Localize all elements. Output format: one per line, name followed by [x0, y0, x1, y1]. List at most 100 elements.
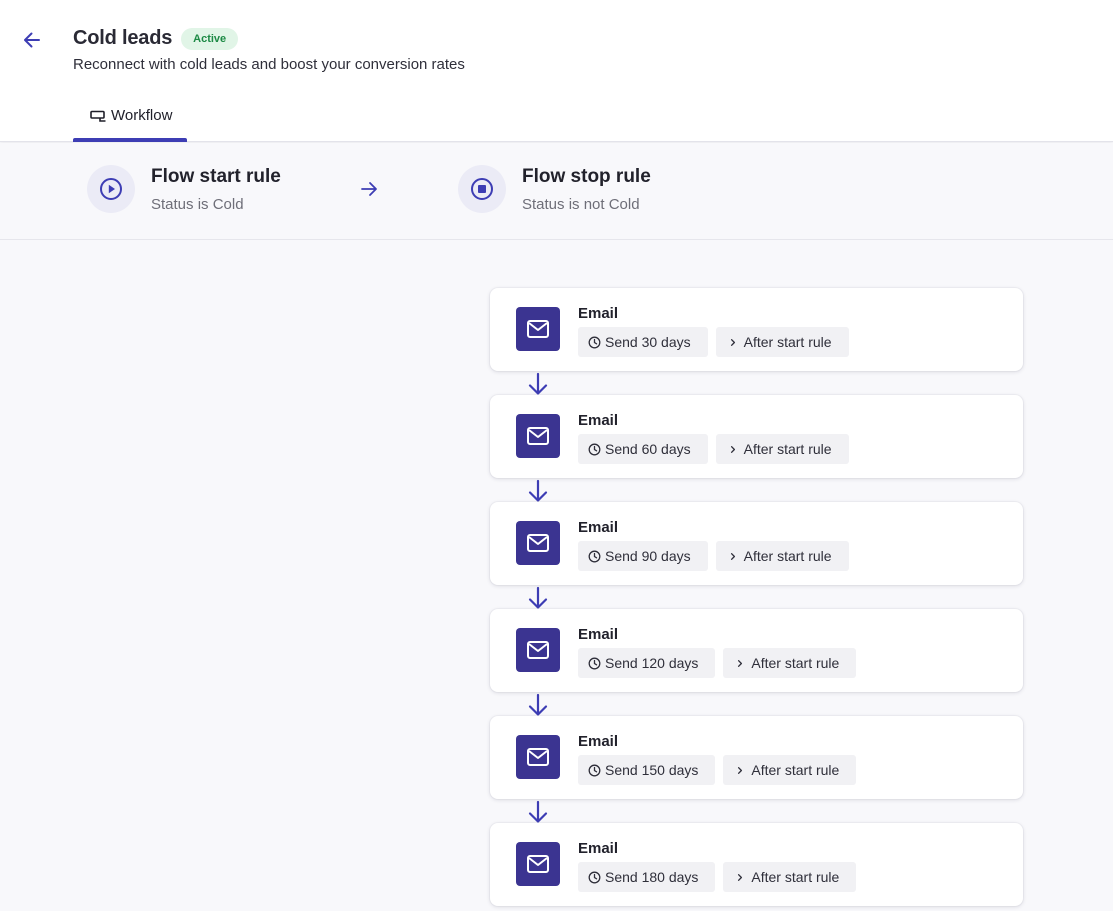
- trigger-label: After start rule: [743, 548, 832, 564]
- delay-label: Send 90 days: [605, 548, 691, 564]
- mail-icon: [527, 641, 549, 659]
- step-chips: Send 60 days After start rule: [578, 434, 857, 464]
- trigger-label: After start rule: [743, 441, 832, 457]
- step-type: Email: [578, 733, 619, 750]
- step-chips: Send 30 days After start rule: [578, 327, 857, 357]
- clock-icon: [588, 550, 601, 562]
- rule-stop-condition: Status is not Cold: [522, 196, 640, 213]
- email-step-card[interactable]: Email Send 30 days After start rule: [490, 288, 1023, 371]
- clock-icon: [588, 336, 601, 348]
- arrow-left-icon: [24, 32, 40, 48]
- email-step-card[interactable]: Email Send 180 days After start rule: [490, 823, 1023, 906]
- delay-chip: Send 90 days: [578, 541, 708, 571]
- step-connector: [525, 479, 551, 503]
- trigger-chip: After start rule: [715, 434, 849, 464]
- arrow-down-icon: [528, 372, 548, 395]
- mail-icon: [527, 427, 549, 445]
- email-icon-tile: [516, 842, 560, 886]
- delay-chip: Send 150 days: [578, 755, 716, 785]
- page-subtitle: Reconnect with cold leads and boost your…: [73, 56, 465, 73]
- clock-icon: [588, 657, 601, 669]
- rule-start-text: Flow start rule Status is Cold: [151, 166, 281, 213]
- step-type: Email: [578, 840, 619, 857]
- mail-icon: [527, 320, 549, 338]
- email-icon-tile: [516, 735, 560, 779]
- step-chips: Send 150 days After start rule: [578, 755, 864, 785]
- step-type: Email: [578, 519, 619, 536]
- flow-start-rule[interactable]: Flow start rule Status is Cold: [87, 165, 281, 213]
- trigger-label: After start rule: [751, 762, 840, 778]
- page-title: Cold leads: [73, 27, 173, 49]
- trigger-chip: After start rule: [715, 327, 849, 357]
- email-icon-tile: [516, 628, 560, 672]
- mail-icon: [527, 748, 549, 766]
- status-badge: Active: [181, 27, 239, 50]
- clock-icon: [588, 871, 601, 883]
- trigger-chip: After start rule: [715, 541, 849, 571]
- arrow-down-icon: [528, 479, 548, 502]
- mail-icon: [527, 855, 549, 873]
- step-connector: [525, 693, 551, 717]
- email-icon-tile: [516, 307, 560, 351]
- flow-stop-rule[interactable]: Flow stop rule Status is not Cold: [458, 165, 651, 213]
- workflow-icon: [90, 110, 106, 122]
- delay-chip: Send 60 days: [578, 434, 708, 464]
- email-step-card[interactable]: Email Send 90 days After start rule: [490, 502, 1023, 585]
- step-type: Email: [578, 305, 619, 322]
- trigger-label: After start rule: [751, 869, 840, 885]
- stop-circle-icon: [471, 178, 493, 200]
- rule-start-icon-wrap: [87, 165, 135, 213]
- trigger-chip: After start rule: [723, 755, 857, 785]
- rule-stop-text: Flow stop rule Status is not Cold: [522, 166, 651, 213]
- step-chips: Send 180 days After start rule: [578, 862, 864, 892]
- arrow-down-icon: [528, 693, 548, 716]
- step-connector: [525, 800, 551, 824]
- rule-start-condition: Status is Cold: [151, 196, 244, 213]
- chevron-right-icon: [738, 766, 743, 774]
- delay-chip: Send 180 days: [578, 862, 716, 892]
- play-circle-icon: [100, 178, 122, 200]
- step-connector: [525, 372, 551, 396]
- tab-workflow-content: Workflow: [90, 107, 172, 124]
- tab-workflow[interactable]: Workflow: [73, 98, 187, 142]
- chevron-right-icon: [738, 659, 743, 667]
- chevron-right-icon: [730, 552, 735, 560]
- step-chips: Send 90 days After start rule: [578, 541, 857, 571]
- step-type: Email: [578, 626, 619, 643]
- page-header: Cold leads Active Reconnect with cold le…: [0, 0, 1113, 142]
- arrow-down-icon: [528, 586, 548, 609]
- email-icon-tile: [516, 414, 560, 458]
- delay-label: Send 180 days: [605, 869, 699, 885]
- title-row: Cold leads Active: [73, 27, 239, 50]
- chevron-right-icon: [738, 873, 743, 881]
- email-step-card[interactable]: Email Send 150 days After start rule: [490, 716, 1023, 799]
- flow-rules-bar: Flow start rule Status is Cold Flow stop…: [0, 143, 1113, 240]
- tab-active-indicator: [73, 138, 187, 142]
- trigger-chip: After start rule: [723, 862, 857, 892]
- email-step-card[interactable]: Email Send 60 days After start rule: [490, 395, 1023, 478]
- step-chips: Send 120 days After start rule: [578, 648, 864, 678]
- rule-stop-icon-wrap: [458, 165, 506, 213]
- delay-label: Send 120 days: [605, 655, 699, 671]
- rule-stop-title: Flow stop rule: [522, 166, 651, 187]
- rule-start-title: Flow start rule: [151, 166, 281, 187]
- chevron-right-icon: [730, 338, 735, 346]
- tab-workflow-label: Workflow: [111, 107, 173, 124]
- delay-label: Send 30 days: [605, 334, 691, 350]
- email-icon-tile: [516, 521, 560, 565]
- arrow-right-icon: [361, 182, 377, 196]
- mail-icon: [527, 534, 549, 552]
- clock-icon: [588, 443, 601, 455]
- trigger-chip: After start rule: [723, 648, 857, 678]
- delay-chip: Send 30 days: [578, 327, 708, 357]
- arrow-down-icon: [528, 800, 548, 823]
- chevron-right-icon: [730, 445, 735, 453]
- email-step-card[interactable]: Email Send 120 days After start rule: [490, 609, 1023, 692]
- delay-label: Send 60 days: [605, 441, 691, 457]
- step-type: Email: [578, 412, 619, 429]
- delay-label: Send 150 days: [605, 762, 699, 778]
- trigger-label: After start rule: [743, 334, 832, 350]
- step-connector: [525, 586, 551, 610]
- back-button[interactable]: [20, 28, 44, 52]
- clock-icon: [588, 764, 601, 776]
